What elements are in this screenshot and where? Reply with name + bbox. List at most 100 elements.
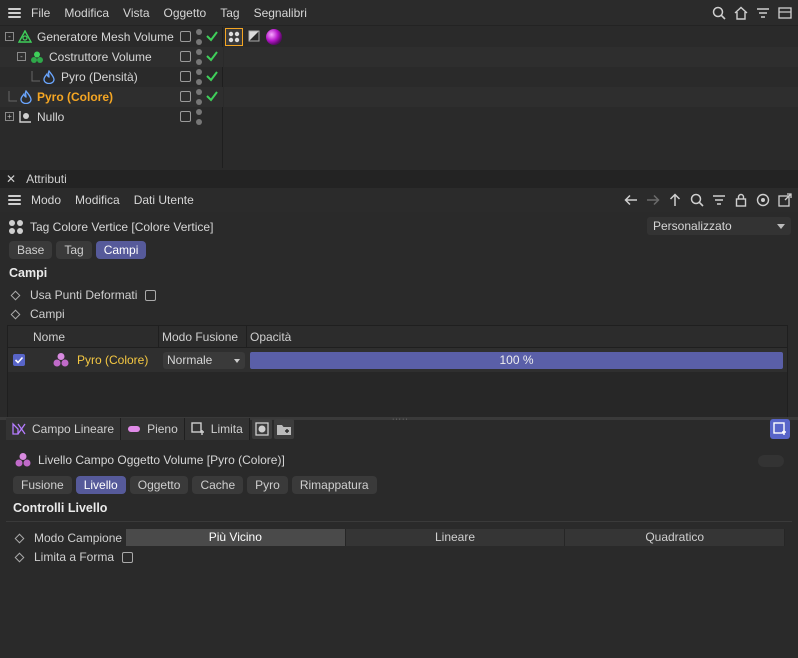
col-nome[interactable]: Nome (33, 330, 65, 344)
tab-pyro[interactable]: Pyro (247, 476, 288, 494)
tab-livello[interactable]: Livello (75, 476, 126, 494)
opacity-slider[interactable]: 100 % (250, 352, 783, 369)
object-row-pyro-densita[interactable]: Pyro (Densità) (0, 67, 223, 87)
expand-icon[interactable]: + (5, 112, 14, 121)
tags-column (224, 27, 798, 168)
menu-modifica[interactable]: Modifica (75, 193, 120, 207)
pyro-icon (20, 90, 32, 104)
menu-bar: File Modifica Vista Oggetto Tag Segnalib… (0, 0, 798, 26)
object-name: Nullo (37, 110, 65, 124)
blend-mode-dropdown[interactable]: Normale (163, 352, 245, 369)
clamp-field-button[interactable]: Limita (184, 418, 250, 440)
arrow-up-icon[interactable] (666, 191, 684, 209)
layer-tabs: Fusione Livello Oggetto Cache Pyro Rimap… (13, 476, 377, 494)
object-row-costruttore[interactable]: - Costruttore Volume (0, 47, 223, 67)
keyframe-diamond-icon[interactable] (14, 552, 25, 562)
hamburger-menu-icon[interactable] (8, 7, 21, 18)
object-name: Pyro (Densità) (61, 70, 138, 84)
lock-icon[interactable] (732, 191, 750, 209)
arrow-right-icon[interactable] (644, 191, 662, 209)
arrow-left-icon[interactable] (622, 191, 640, 209)
target-icon[interactable] (754, 191, 772, 209)
object-row-generatore[interactable]: - Generatore Mesh Volume (0, 27, 223, 47)
collapse-icon[interactable]: - (5, 32, 14, 41)
solid-field-icon (128, 426, 141, 432)
layer-header: Livello Campo Oggetto Volume [Pyro (Colo… (14, 452, 285, 468)
menu-tag[interactable]: Tag (220, 6, 239, 20)
use-deformed-checkbox[interactable] (145, 289, 157, 301)
tab-oggetto[interactable]: Oggetto (129, 476, 189, 494)
linear-field-button[interactable]: Campo Lineare (6, 418, 122, 440)
visibility-dots-icon[interactable] (196, 69, 202, 85)
layer-toggle[interactable] (758, 455, 784, 467)
record-field-button[interactable] (251, 419, 272, 439)
object-row-nullo[interactable]: + Nullo (0, 107, 223, 127)
sample-mode-quadratico[interactable]: Quadratico (565, 529, 786, 546)
clamp-shape-checkbox[interactable] (122, 551, 134, 563)
filter-icon[interactable] (754, 4, 772, 22)
visibility-dots-icon[interactable] (196, 109, 202, 125)
filter-icon[interactable] (710, 191, 728, 209)
enabled-check-icon[interactable] (205, 49, 219, 63)
sample-mode-lineare[interactable]: Lineare (345, 529, 566, 546)
table-row[interactable]: Pyro (Colore) Normale 100 % (8, 348, 787, 372)
layer-title: Livello Campo Oggetto Volume [Pyro (Colo… (38, 453, 285, 467)
layer-edit-icon[interactable] (180, 111, 191, 122)
menu-oggetto[interactable]: Oggetto (164, 6, 207, 20)
visibility-dots-icon[interactable] (196, 89, 202, 105)
add-layer-button[interactable] (770, 419, 790, 439)
keyframe-diamond-icon[interactable] (10, 309, 21, 319)
tags-row-pyro-densita (224, 67, 798, 87)
field-toolbar: Campo Lineare Pieno Limita (6, 418, 294, 440)
hamburger-menu-icon[interactable] (8, 195, 21, 205)
tab-tag[interactable]: Tag (56, 241, 92, 259)
menu-modo[interactable]: Modo (31, 193, 61, 207)
vertex-color-tag-icon[interactable] (225, 28, 243, 46)
tab-fusione[interactable]: Fusione (13, 476, 72, 494)
layer-edit-icon[interactable] (180, 31, 191, 42)
tags-row-generatore (224, 27, 798, 47)
opacity-value: 100 % (499, 353, 534, 367)
add-folder-button[interactable] (273, 419, 294, 439)
menu-modifica[interactable]: Modifica (64, 6, 109, 20)
tab-rimappatura[interactable]: Rimappatura (291, 476, 377, 494)
search-icon[interactable] (688, 191, 706, 209)
visibility-dots-icon[interactable] (196, 49, 202, 65)
preset-value: Personalizzato (653, 219, 732, 233)
collapse-icon[interactable]: - (17, 52, 26, 61)
phong-tag-icon[interactable] (248, 30, 260, 42)
object-row-pyro-colore[interactable]: Pyro (Colore) (0, 87, 223, 107)
layer-edit-icon[interactable] (180, 71, 191, 82)
layer-edit-icon[interactable] (180, 91, 191, 102)
tab-base[interactable]: Base (9, 241, 53, 259)
new-window-icon[interactable] (776, 191, 794, 209)
menu-dati-utente[interactable]: Dati Utente (134, 193, 194, 207)
home-icon[interactable] (732, 4, 750, 22)
col-modo-fusione[interactable]: Modo Fusione (162, 330, 238, 344)
keyframe-diamond-icon[interactable] (10, 290, 21, 300)
close-icon[interactable]: ✕ (6, 172, 16, 186)
enabled-check-icon[interactable] (205, 69, 219, 83)
search-icon[interactable] (710, 4, 728, 22)
enabled-check-icon[interactable] (205, 89, 219, 103)
sample-mode-piu-vicino[interactable]: Più Vicino (126, 529, 346, 546)
menu-vista[interactable]: Vista (123, 6, 149, 20)
visibility-dots-icon[interactable] (196, 29, 202, 45)
material-tag-icon[interactable] (265, 28, 283, 46)
enabled-check-icon[interactable] (205, 29, 219, 43)
col-opacita[interactable]: Opacità (250, 330, 291, 344)
solid-field-button[interactable]: Pieno (121, 418, 185, 440)
button-label: Limita (210, 422, 243, 436)
object-name: Pyro (Colore) (37, 90, 114, 104)
preset-dropdown[interactable]: Personalizzato (647, 217, 791, 235)
tab-cache[interactable]: Cache (192, 476, 244, 494)
menu-segnalibri[interactable]: Segnalibri (254, 6, 307, 20)
layer-edit-icon[interactable] (180, 51, 191, 62)
section-title: Campi (9, 266, 48, 280)
keyframe-diamond-icon[interactable] (14, 533, 25, 543)
menu-file[interactable]: File (31, 6, 50, 20)
tab-campi[interactable]: Campi (95, 241, 147, 259)
prop-clamp-shape: Limita a Forma (13, 550, 134, 564)
layers-icon[interactable] (776, 4, 794, 22)
row-enable-checkbox[interactable] (13, 354, 25, 366)
